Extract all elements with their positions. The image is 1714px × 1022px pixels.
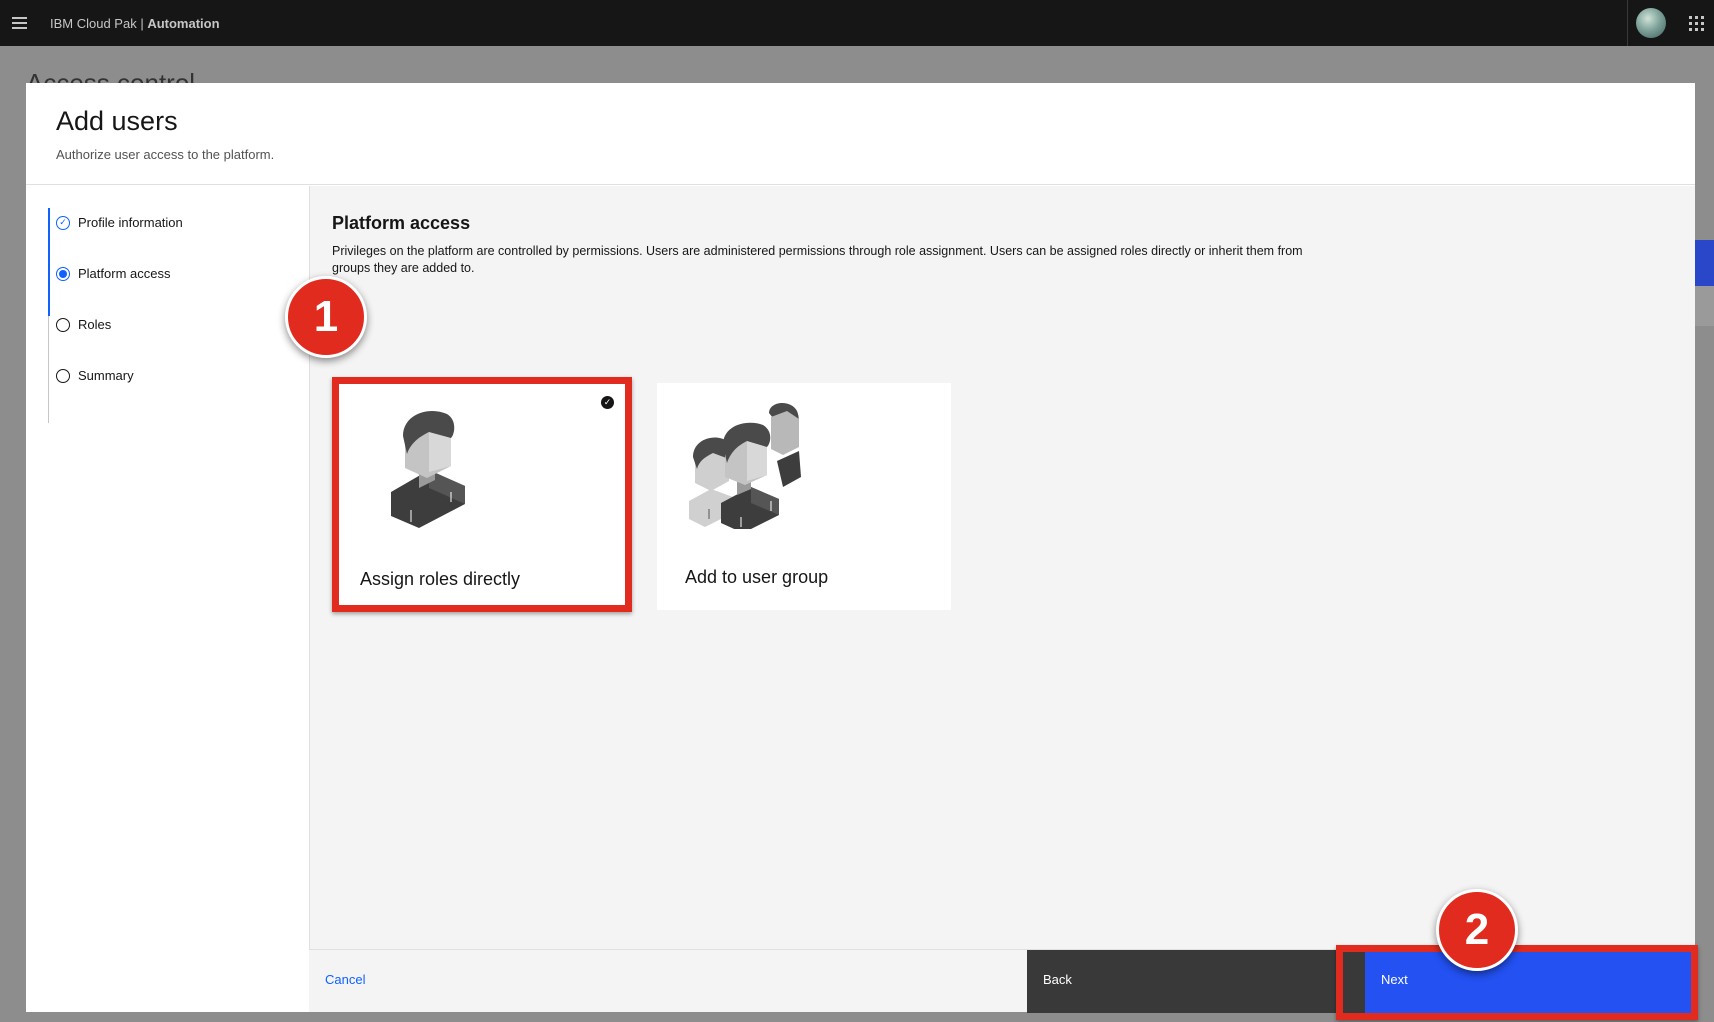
radio-filled-icon xyxy=(56,266,70,281)
brand-product: Automation xyxy=(147,15,220,31)
section-description: Privileges on the platform are controlle… xyxy=(332,244,1303,275)
section-title: Platform access xyxy=(332,213,471,233)
tile-label: Assign roles directly xyxy=(360,569,521,589)
step-profile-information[interactable]: ✓ Profile information xyxy=(56,215,183,230)
cancel-button[interactable]: Cancel xyxy=(325,972,365,987)
modal-title: Add users xyxy=(56,106,178,136)
tile-label: Add to user group xyxy=(685,567,829,587)
modal-header: Add users Authorize user access to the p… xyxy=(26,83,1695,185)
user-avatar[interactable] xyxy=(1636,8,1666,38)
step-label: Summary xyxy=(78,368,134,383)
step-callout-2: 2 xyxy=(1436,889,1518,971)
step-content: Platform access Privileges on the platfo… xyxy=(309,186,1695,949)
background-panel xyxy=(1695,286,1714,326)
assign-roles-directly-tile[interactable]: ✓ Assign roles directly xyxy=(332,377,632,612)
checkmark-filled-icon: ✓ xyxy=(601,396,614,409)
header-actions xyxy=(1627,0,1714,46)
product-brand[interactable]: IBM Cloud Pak | Automation xyxy=(50,16,220,31)
brand-prefix: IBM Cloud Pak | xyxy=(50,15,148,31)
step-label: Profile information xyxy=(78,215,183,230)
single-user-icon xyxy=(391,410,465,528)
user-group-icon xyxy=(689,402,801,529)
header-divider xyxy=(1627,0,1628,46)
back-button[interactable]: Back xyxy=(1027,950,1365,1013)
step-summary[interactable]: Summary xyxy=(56,368,134,383)
circle-outline-icon xyxy=(56,368,70,383)
next-button-highlight xyxy=(1336,945,1698,1020)
add-users-modal: Add users Authorize user access to the p… xyxy=(26,83,1695,1013)
background-button xyxy=(1695,240,1714,286)
step-platform-access[interactable]: Platform access xyxy=(56,266,170,281)
top-header: IBM Cloud Pak | Automation xyxy=(0,0,1714,46)
add-to-user-group-tile[interactable]: Add to user group xyxy=(657,383,951,610)
step-label: Platform access xyxy=(78,266,171,281)
step-label: Roles xyxy=(78,317,112,332)
progress-track-active xyxy=(48,208,50,316)
app-switcher-icon[interactable] xyxy=(1678,0,1714,46)
checkmark-outline-icon: ✓ xyxy=(56,215,70,230)
circle-outline-icon xyxy=(56,317,70,332)
step-callout-1: 1 xyxy=(285,276,367,358)
modal-subtitle: Authorize user access to the platform. xyxy=(56,147,275,162)
step-roles[interactable]: Roles xyxy=(56,317,111,332)
menu-icon[interactable] xyxy=(0,0,38,46)
